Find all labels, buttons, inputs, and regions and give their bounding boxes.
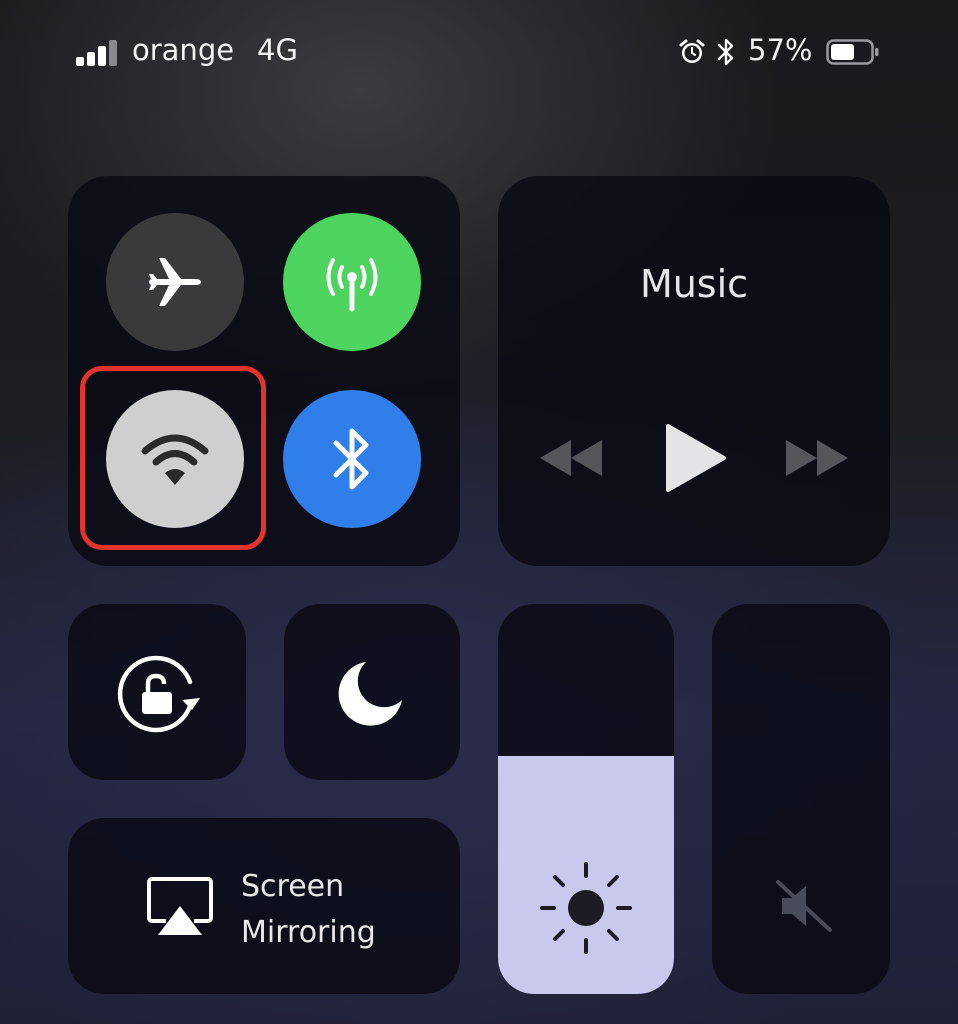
airplane-icon	[149, 258, 201, 306]
screen-mirroring-line1: Screen	[241, 869, 345, 904]
brightness-slider[interactable]	[498, 604, 674, 994]
airplane-mode-toggle[interactable]	[106, 213, 244, 351]
rotation-lock-icon	[117, 655, 200, 733]
orientation-lock-toggle[interactable]	[68, 604, 246, 780]
battery-percentage: 57%	[748, 33, 813, 67]
bluetooth-toggle[interactable]	[283, 390, 421, 528]
status-bar: orange 4G 57%	[0, 0, 958, 100]
airplay-icon	[147, 877, 213, 935]
fast-forward-icon[interactable]	[784, 438, 850, 478]
signal-strength-icon	[76, 38, 120, 66]
do-not-disturb-toggle[interactable]	[284, 604, 460, 780]
sun-icon	[540, 862, 632, 954]
bluetooth-icon	[717, 38, 734, 66]
network-type: 4G	[257, 33, 298, 67]
volume-slider[interactable]	[712, 604, 890, 994]
battery-icon	[826, 39, 879, 65]
cellular-antenna-icon	[326, 258, 378, 312]
moon-icon	[338, 662, 402, 726]
speaker-muted-icon	[776, 880, 832, 932]
bluetooth-icon	[333, 428, 369, 490]
cellular-data-toggle[interactable]	[283, 213, 421, 351]
music-panel[interactable]	[498, 176, 890, 566]
wifi-highlight-box	[80, 366, 266, 550]
rewind-icon[interactable]	[538, 438, 604, 478]
alarm-icon	[679, 39, 705, 63]
play-icon[interactable]	[664, 422, 728, 494]
screen-mirroring-label: Screen Mirroring	[241, 864, 376, 956]
carrier-name: orange	[132, 33, 235, 67]
screen-mirroring-line2: Mirroring	[241, 915, 376, 950]
music-title: Music	[639, 262, 749, 306]
